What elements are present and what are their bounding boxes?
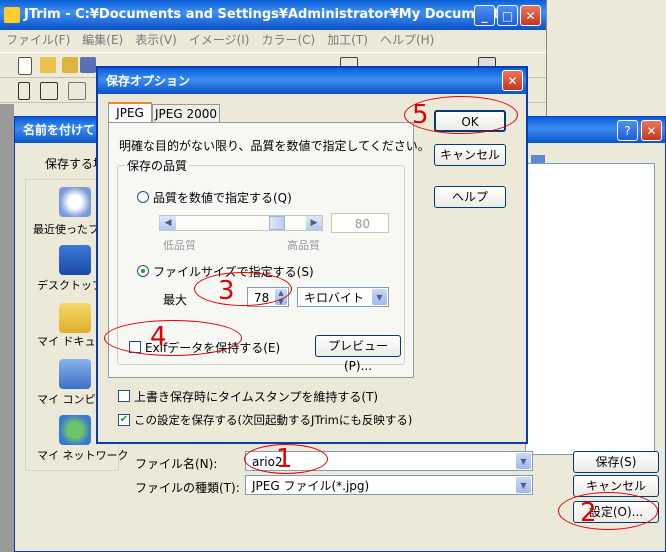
timestamp-checkbox[interactable] [118, 390, 130, 402]
my-computer-icon[interactable] [59, 359, 91, 389]
unit-value: キロバイト [304, 291, 365, 305]
filename-label: ファイル名(N): [135, 457, 218, 471]
crop-icon[interactable] [18, 82, 30, 100]
quality-value: 80 [354, 217, 370, 231]
recent-icon[interactable] [59, 187, 91, 217]
tab-jpeg2000-label: JPEG 2000 [154, 107, 217, 121]
tab-jpeg-label: JPEG [116, 106, 144, 120]
quality-value-field[interactable]: 80 [331, 213, 389, 233]
annotation-number-4: 4 [150, 322, 167, 352]
radio-quality[interactable] [137, 191, 149, 203]
main-titlebar: JTrim - C:¥Documents and Settings¥Admini… [0, 0, 546, 30]
save-button[interactable]: 保存(S) [573, 451, 659, 473]
file-list[interactable] [525, 163, 655, 455]
tab-jpeg[interactable]: JPEG [108, 102, 152, 124]
slider-thumb[interactable] [268, 216, 285, 230]
save-as-close-button[interactable]: ✕ [641, 120, 662, 141]
place-desktop[interactable]: デスクトップ [37, 277, 103, 293]
tab-jpeg2000[interactable]: JPEG 2000 [152, 104, 220, 123]
low-quality-label: 低品質 [163, 239, 196, 252]
annotation-number-2: 2 [580, 498, 597, 528]
app-icon [4, 7, 20, 23]
save-options-close-button[interactable]: ✕ [502, 70, 523, 91]
chevron-down-icon[interactable]: ▼ [516, 477, 531, 493]
high-quality-label: 高品質 [287, 239, 320, 252]
remember-label[interactable]: この設定を保存する(次回起動するJTrimにも反映する) [134, 412, 412, 428]
radio-filesize[interactable] [137, 265, 149, 277]
menu-process[interactable]: 加工(T) [327, 33, 368, 47]
annotation-ellipse-2 [558, 492, 658, 530]
menu-edit[interactable]: 編集(E) [82, 33, 123, 47]
menu-file[interactable]: ファイル(F) [6, 33, 70, 47]
quality-slider[interactable]: ◀ ▶ [159, 215, 323, 231]
chevron-down-icon[interactable]: ▼ [516, 453, 531, 469]
annotation-ellipse-4 [104, 320, 242, 356]
annotation-number-1: 1 [276, 444, 293, 474]
my-network-icon[interactable] [59, 415, 91, 445]
preview-button[interactable]: プレビュー(P)... [315, 335, 401, 373]
save-as-title: 名前を付けて [23, 123, 96, 137]
menu-color[interactable]: カラー(C) [261, 33, 315, 47]
desktop-icon[interactable] [59, 245, 91, 275]
folder-icon[interactable] [62, 57, 78, 73]
menu-image[interactable]: イメージ(I) [189, 33, 250, 47]
unit-select[interactable]: キロバイト ▼ [297, 287, 389, 307]
close-button[interactable]: ✕ [520, 5, 541, 26]
menu-view[interactable]: 表示(V) [135, 33, 177, 47]
my-documents-icon[interactable] [59, 303, 91, 333]
maximize-button[interactable]: □ [497, 5, 518, 26]
radio-quality-label[interactable]: 品質を数値で指定する(Q) [153, 189, 292, 206]
chevron-down-icon[interactable]: ▼ [372, 289, 387, 305]
slider-right-arrow[interactable]: ▶ [306, 216, 322, 230]
rotate-icon[interactable] [68, 82, 86, 100]
remember-checkbox[interactable]: ✔ [118, 414, 130, 426]
slider-left-arrow[interactable]: ◀ [160, 216, 176, 230]
save-options-title: 保存オプション [106, 74, 191, 88]
quality-group-label: 保存の品質 [125, 157, 190, 174]
minimize-button[interactable]: _ [474, 5, 495, 26]
menu-bar: ファイル(F) 編集(E) 表示(V) イメージ(I) カラー(C) 加工(T) ヘルプ(H… [6, 31, 446, 49]
canvas-area [0, 104, 14, 552]
menu-help[interactable]: ヘルプ(H) [380, 33, 434, 47]
place-my-network[interactable]: マイ ネットワーク [37, 447, 129, 463]
open-icon[interactable] [40, 57, 56, 73]
help-button[interactable]: ヘルプ [434, 186, 506, 208]
timestamp-label[interactable]: 上書き保存時にタイムスタンプを維持する(T) [134, 388, 378, 405]
options-cancel-button[interactable]: キャンセル [434, 144, 506, 166]
instruction-text: 明確な目的がない限り、品質を数値で指定してください。 [119, 139, 430, 153]
annotation-number-5: 5 [412, 100, 429, 130]
filetype-value: JPEG ファイル(*.jpg) [252, 479, 370, 493]
resize-icon[interactable] [40, 82, 58, 100]
filetype-select[interactable]: JPEG ファイル(*.jpg) ▼ [245, 475, 533, 495]
main-window-title: JTrim - C:¥Documents and Settings¥Admini… [24, 7, 515, 22]
filetype-label: ファイルの種類(T): [135, 481, 240, 495]
annotation-number-3: 3 [218, 276, 235, 306]
max-label: 最大 [163, 293, 188, 307]
save-options-titlebar: 保存オプション [98, 68, 526, 94]
annotation-ellipse-3 [194, 272, 292, 306]
new-icon[interactable] [18, 57, 32, 75]
help-q-button[interactable]: ? [617, 120, 638, 141]
save-icon[interactable] [80, 57, 96, 73]
